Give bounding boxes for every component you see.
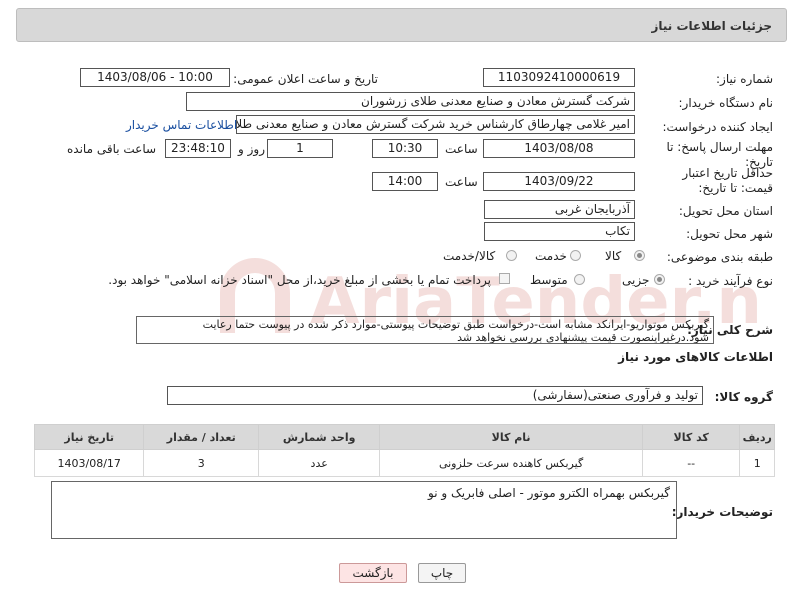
price-validity-time-label: ساعت [445, 175, 478, 189]
treasury-checkbox[interactable] [499, 273, 510, 284]
need-number-label: شماره نیاز: [716, 72, 773, 86]
buyer-org-field: شرکت گسترش معادن و صنایع معدنی طلای زرشو… [186, 92, 635, 111]
category-label: طبقه بندی موضوعی: [666, 250, 773, 264]
reply-days-field: 1 [267, 139, 333, 158]
row-number-cell: 1 [739, 449, 775, 477]
col-name-header: نام کالا [379, 424, 643, 450]
requester-label: ایجاد کننده درخواست: [662, 120, 773, 134]
reply-date-field: 1403/08/08 [483, 139, 635, 158]
purchase-minor-label: جزیی [622, 273, 650, 287]
category-goods-service-radio[interactable] [506, 250, 517, 261]
category-goods-radio[interactable] [634, 250, 645, 261]
buyer-contact-link[interactable]: اطلاعات تماس خریدار [126, 118, 237, 132]
public-date-label: تاریخ و ساعت اعلان عمومی: [233, 72, 378, 86]
province-label: استان محل تحویل: [678, 204, 773, 218]
item-code-cell: -- [641, 449, 741, 477]
reply-time-label: ساعت [445, 142, 478, 156]
treasury-note: پرداخت تمام یا بخشی از مبلغ خرید،از محل … [108, 273, 491, 287]
goods-group-label: گروه کالا: [714, 390, 773, 404]
col-row-header: ردیف [739, 424, 775, 450]
category-service-label: خدمت [535, 249, 567, 263]
print-button[interactable]: چاپ [418, 563, 466, 583]
reply-days-label: روز و [238, 142, 265, 156]
purchase-type-label: نوع فرآیند خرید : [688, 274, 773, 288]
category-service-radio[interactable] [570, 250, 581, 261]
items-table: ردیف کد کالا نام کالا واحد شمارش تعداد /… [33, 424, 775, 477]
item-date-cell: 1403/08/17 [33, 449, 145, 477]
col-unit-header: واحد شمارش [258, 424, 381, 450]
buyer-notes-field: گیربکس بهمراه الکترو موتور - اصلی فابریک… [51, 481, 677, 539]
reply-time-field: 10:30 [372, 139, 438, 158]
back-button[interactable]: بازگشت [339, 563, 407, 583]
buyer-org-label: نام دستگاه خریدار: [678, 96, 774, 110]
city-field: تکاب [484, 222, 635, 241]
category-goods-label: کالا [605, 249, 622, 263]
item-unit-cell: عدد [258, 449, 381, 477]
purchase-minor-radio[interactable] [654, 274, 665, 285]
need-number-field: 1103092410000619 [483, 68, 635, 87]
page-title: جزئیات اطلاعات نیاز [651, 19, 772, 33]
purchase-medium-label: متوسط [530, 273, 568, 287]
items-table-header-row: ردیف کد کالا نام کالا واحد شمارش تعداد /… [33, 424, 775, 450]
city-label: شهر محل تحویل: [686, 227, 773, 241]
public-date-field: 1403/08/06 - 10:00 [80, 68, 230, 87]
remaining-time-label: ساعت باقی مانده [67, 142, 157, 156]
table-row: 1 -- گیربکس کاهنده سرعت حلزونی عدد 3 140… [33, 449, 775, 477]
price-validity-time-field: 14:00 [372, 172, 438, 191]
requester-field: امیر غلامی چهارطاق کارشناس خرید شرکت گست… [236, 115, 635, 134]
col-date-header: تاریخ نیاز [33, 424, 145, 450]
goods-info-title: اطلاعات کالاهای مورد نیاز [618, 350, 773, 364]
remaining-time-field: 23:48:10 [165, 139, 231, 158]
description-field: گیربکس موتواریو-ایرانکد مشابه است-درخواس… [136, 316, 714, 344]
item-qty-cell: 3 [143, 449, 260, 477]
price-validity-label: حداقل تاریخ اعتبار قیمت: تا تاریخ: [682, 166, 773, 195]
price-validity-date-field: 1403/09/22 [483, 172, 635, 191]
goods-group-field: تولید و فرآوری صنعتی(سفارشی) [167, 386, 703, 405]
col-code-header: کد کالا [641, 424, 741, 450]
purchase-medium-radio[interactable] [574, 274, 585, 285]
province-field: آذربایجان غربی [484, 200, 635, 219]
buyer-notes-label: توضیحات خریدار: [671, 505, 773, 519]
item-name-cell: گیربکس کاهنده سرعت حلزونی [379, 449, 643, 477]
category-goods-service-label: کالا/خدمت [443, 249, 496, 263]
col-qty-header: تعداد / مقدار [143, 424, 260, 450]
page-header: جزئیات اطلاعات نیاز [16, 8, 787, 42]
